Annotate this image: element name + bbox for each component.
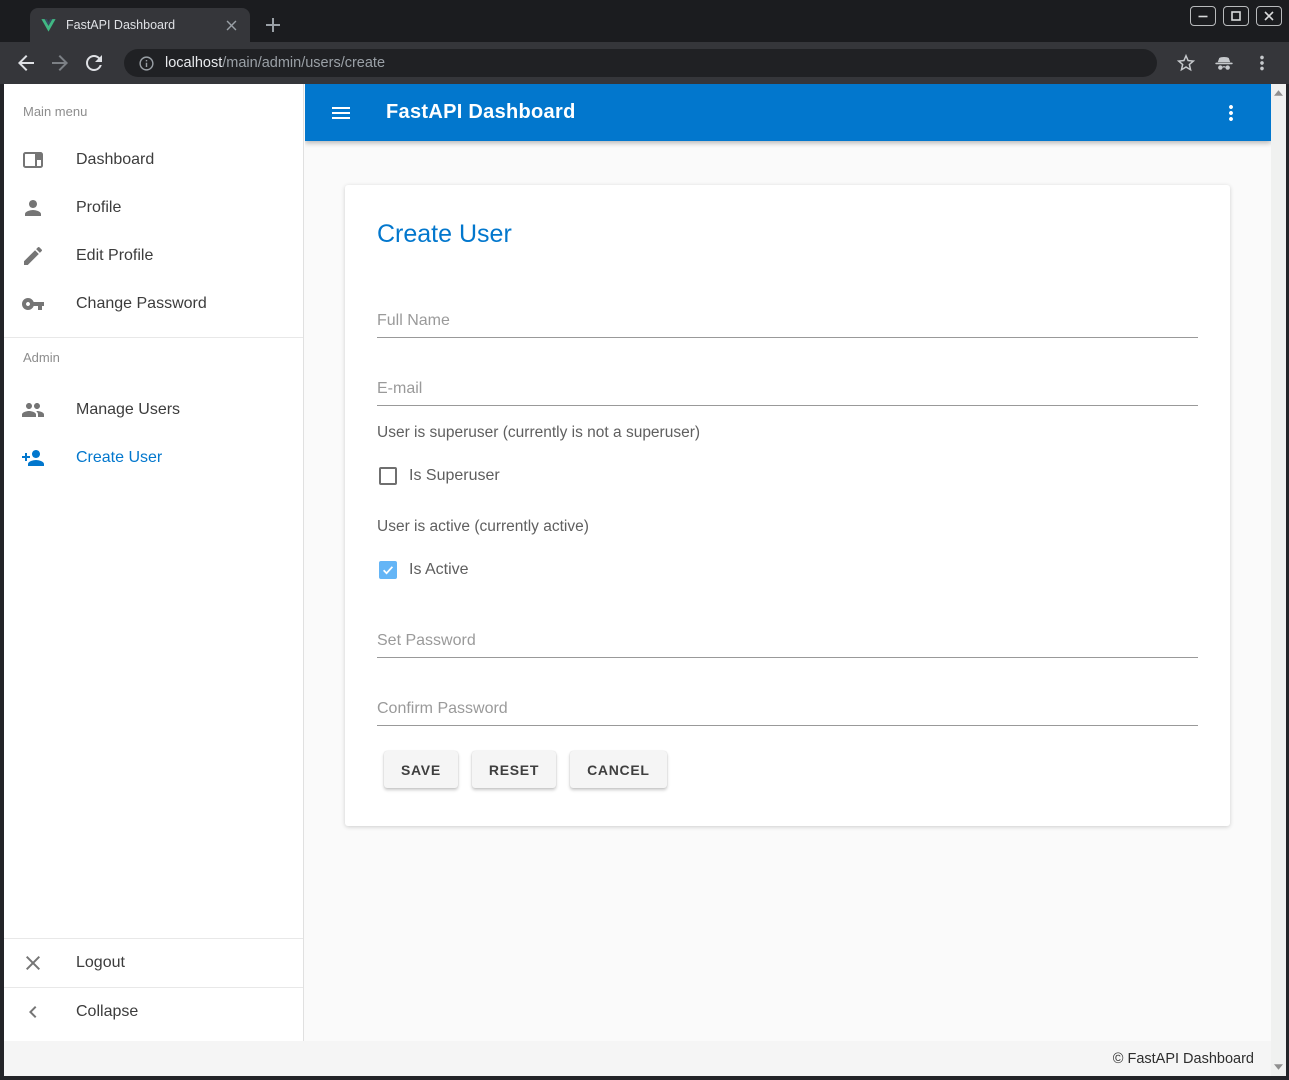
chevron-left-icon	[21, 1000, 45, 1024]
minimize-button[interactable]	[1190, 6, 1216, 26]
sidebar-item-create-user[interactable]: Create User	[4, 434, 303, 482]
key-icon	[21, 292, 45, 316]
is-superuser-checkbox[interactable]	[379, 467, 397, 485]
confirm-password-input[interactable]	[377, 692, 1198, 726]
sidebar-item-dashboard[interactable]: Dashboard	[4, 136, 303, 184]
incognito-icon	[1213, 52, 1235, 74]
full-name-input[interactable]	[377, 304, 1198, 338]
cancel-button[interactable]: CANCEL	[570, 751, 667, 788]
maximize-icon	[1230, 10, 1242, 22]
kebab-menu-icon[interactable]	[1219, 101, 1243, 125]
sidebar-item-collapse[interactable]: Collapse	[4, 988, 303, 1036]
scroll-up-arrow-icon	[1274, 90, 1283, 96]
sidebar-item-label: Profile	[76, 199, 121, 217]
tab-strip: FastAPI Dashboard	[0, 0, 1289, 42]
url-text: localhost/main/admin/users/create	[165, 55, 385, 71]
page-info-icon[interactable]	[138, 55, 155, 72]
hamburger-menu-icon[interactable]	[329, 101, 353, 125]
sidebar-section-main-menu: Main menu	[4, 84, 303, 124]
confirm-password-field-wrap	[377, 692, 1198, 726]
sidebar-bottom: Logout Collapse	[4, 938, 303, 1036]
email-field-wrap	[377, 372, 1198, 406]
create-user-card: Create User User is superuser (currently…	[345, 185, 1230, 826]
is-active-label: Is Active	[409, 561, 469, 579]
footer: © FastAPI Dashboard	[4, 1041, 1271, 1076]
close-window-button[interactable]	[1256, 6, 1282, 26]
url-bar[interactable]: localhost/main/admin/users/create	[124, 49, 1157, 77]
minimize-icon	[1197, 10, 1209, 22]
sidebar-item-label: Create User	[76, 449, 162, 467]
page-scrollbar[interactable]	[1271, 84, 1286, 1076]
scroll-up-button[interactable]	[1271, 86, 1286, 100]
close-x-icon	[21, 951, 45, 975]
sidebar-item-label: Change Password	[76, 295, 207, 313]
people-icon	[21, 398, 45, 422]
url-path: /main/admin/users/create	[222, 55, 385, 71]
is-active-checkbox[interactable]	[379, 561, 397, 579]
check-icon	[381, 563, 395, 577]
app-bar: FastAPI Dashboard	[305, 84, 1271, 141]
sidebar-item-label: Logout	[76, 954, 125, 972]
dashboard-icon	[21, 148, 45, 172]
sidebar-item-manage-users[interactable]: Manage Users	[4, 386, 303, 434]
sidebar: Main menu Dashboard Profile E	[4, 84, 304, 1041]
reload-button[interactable]	[82, 51, 106, 75]
back-button[interactable]	[14, 51, 38, 75]
sidebar-item-label: Edit Profile	[76, 247, 153, 265]
is-superuser-label: Is Superuser	[409, 467, 500, 485]
close-icon	[1263, 10, 1275, 22]
browser-toolbar: localhost/main/admin/users/create	[0, 42, 1289, 84]
tab-title: FastAPI Dashboard	[66, 18, 223, 32]
browser-window: FastAPI Dashboard	[0, 0, 1289, 1080]
sidebar-item-profile[interactable]: Profile	[4, 184, 303, 232]
email-input[interactable]	[377, 372, 1198, 406]
superuser-hint: User is superuser (currently is not a su…	[377, 422, 1198, 444]
sidebar-section-admin: Admin	[4, 338, 303, 378]
sidebar-item-label: Dashboard	[76, 151, 154, 169]
person-add-icon	[21, 446, 45, 470]
set-password-input[interactable]	[377, 624, 1198, 658]
set-password-field-wrap	[377, 624, 1198, 658]
footer-copyright: © FastAPI Dashboard	[1113, 1051, 1254, 1067]
sidebar-item-label: Collapse	[76, 1003, 138, 1021]
sidebar-item-change-password[interactable]: Change Password	[4, 280, 303, 328]
maximize-button[interactable]	[1223, 6, 1249, 26]
tab-close-icon[interactable]	[223, 17, 240, 34]
app-title: FastAPI Dashboard	[386, 101, 576, 124]
scroll-down-button[interactable]	[1271, 1060, 1286, 1074]
form-actions: SAVE RESET CANCEL	[377, 751, 1198, 788]
main-area: FastAPI Dashboard Create User User is su…	[305, 84, 1271, 1041]
reset-button[interactable]: RESET	[472, 751, 556, 788]
sidebar-item-edit-profile[interactable]: Edit Profile	[4, 232, 303, 280]
new-tab-button[interactable]	[261, 13, 285, 37]
sidebar-item-logout[interactable]: Logout	[4, 939, 303, 987]
scroll-down-arrow-icon	[1274, 1064, 1283, 1070]
sidebar-item-label: Manage Users	[76, 401, 180, 419]
page-body: Main menu Dashboard Profile E	[4, 84, 1286, 1076]
window-controls	[1190, 6, 1282, 26]
full-name-field-wrap	[377, 304, 1198, 338]
page-title: Create User	[377, 219, 1198, 249]
save-button[interactable]: SAVE	[384, 751, 458, 788]
person-icon	[21, 196, 45, 220]
bookmark-star-icon[interactable]	[1175, 52, 1197, 74]
forward-button[interactable]	[48, 51, 72, 75]
pencil-icon	[21, 244, 45, 268]
browser-menu-icon[interactable]	[1251, 52, 1273, 74]
vue-logo-icon	[40, 17, 57, 34]
is-active-checkbox-row[interactable]: Is Active	[377, 558, 1198, 582]
url-host: localhost	[165, 55, 222, 71]
active-hint: User is active (currently active)	[377, 516, 1198, 538]
browser-tab[interactable]: FastAPI Dashboard	[30, 8, 250, 42]
is-superuser-checkbox-row[interactable]: Is Superuser	[377, 464, 1198, 488]
